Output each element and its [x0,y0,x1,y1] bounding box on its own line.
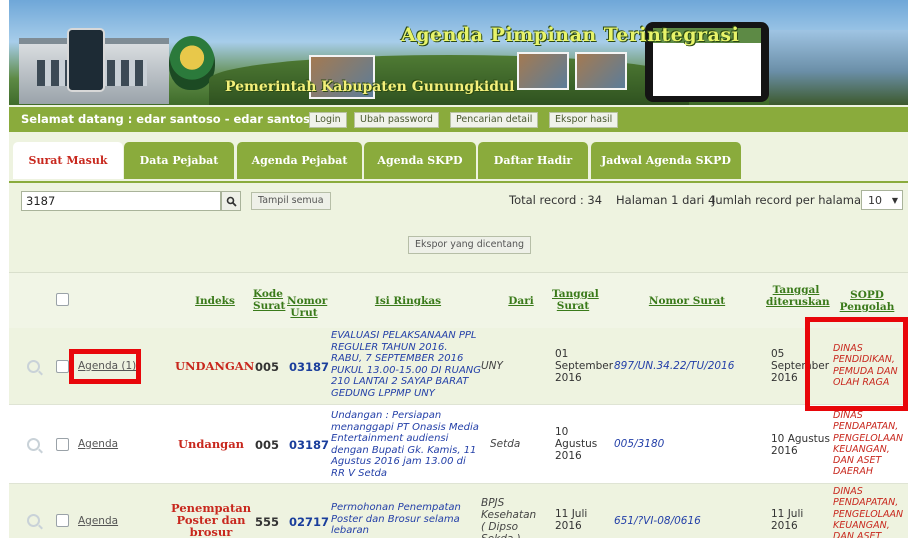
login-button[interactable]: Login [309,112,347,128]
agenda-link[interactable]: Agenda [78,515,118,527]
col-kode-surat[interactable]: Kode Surat [253,288,285,312]
per-page-value: 10 [868,194,882,207]
col-nomor-surat[interactable]: Nomor Surat [637,295,737,307]
row-isi-ringkas[interactable]: Permohonan Penempatan Poster dan Brosur … [331,502,481,537]
row-dari: BPJS Kesehatan ( Dipso Sekda ) [481,497,537,538]
row-nomor-surat: 897/UN.34.22/TU/2016 [614,360,735,372]
row-indeks: Penempatan Poster dan brosur [171,501,252,538]
row-sopd-pengolah: DINAS PENDAPATAN, PENGELOLAAN KEUANGAN, … [833,486,904,538]
row-kode-surat: 005 [255,438,280,452]
col-tanggal-surat[interactable]: Tanggal Surat [552,288,599,312]
row-nomor-urut: 03187 [289,438,330,452]
search-input[interactable]: 3187 [21,191,221,211]
tab-data-pejabat[interactable]: Data Pejabat [124,142,234,179]
col-tanggal-diteruskan[interactable]: Tanggal diteruskan [766,284,830,308]
app-title: Agenda Pimpinan Terintegrasi [401,24,740,46]
total-record: Total record : 34 [509,193,603,207]
row-indeks: Undangan [177,437,245,451]
welcome-text: Selamat datang : edar santoso - edar san… [21,112,318,126]
welcome-bar: Selamat datang : edar santoso - edar san… [9,107,908,132]
view-icon[interactable] [27,360,40,373]
col-sopd-pengolah[interactable]: SOPD Pengolah [839,289,895,313]
row-isi-ringkas[interactable]: Undangan : Persiapan menanggapi PT Onasi… [331,410,481,480]
page-info: Halaman 1 dari 4 [616,193,716,207]
table-row[interactable]: Agenda Undangan 005 03187 Undangan : Per… [9,405,908,484]
meeting-photo [575,52,627,90]
table-row[interactable]: Agenda (1) UNDANGAN 005 03187 EVALUASI P… [9,328,908,405]
tab-agenda-pejabat[interactable]: Agenda Pejabat [237,142,362,179]
meeting-photo [517,52,569,90]
row-kode-surat: 555 [255,515,280,529]
row-isi-ringkas[interactable]: EVALUASI PELAKSANAAN PPL REGULER TAHUN 2… [331,330,481,400]
row-checkbox[interactable] [56,360,69,373]
row-dari: UNY [481,360,503,372]
row-nomor-urut: 03187 [289,360,330,374]
export-results-button[interactable]: Ekspor hasil [549,112,619,128]
highlight-box-agenda [69,349,141,384]
row-checkbox[interactable] [56,438,69,451]
tab-jadwal-agenda-skpd[interactable]: Jadwal Agenda SKPD [591,142,741,179]
highlight-box-sopd [805,317,908,411]
row-nomor-surat: 005/3180 [614,438,665,450]
row-kode-surat: 005 [255,360,280,374]
select-all-checkbox[interactable] [56,293,69,306]
tab-surat-masuk[interactable]: Surat Masuk [13,142,123,179]
header-banner: Agenda Pimpinan Terintegrasi Pemerintah … [9,0,908,105]
row-tanggal-diteruskan: 10 Agustus 2016 [771,433,830,457]
show-all-button[interactable]: Tampil semua [251,192,331,210]
row-tanggal-diteruskan: 11 Juli 2016 [771,508,804,532]
chevron-down-icon: ▼ [891,196,898,205]
row-nomor-surat: 651/?VI-08/0616 [614,515,701,527]
main-tabs: Surat Masuk Data Pejabat Agenda Pejabat … [9,138,908,183]
coast-image [769,30,908,105]
per-page-label: Jumlah record per halaman: [712,193,873,207]
row-dari: Setda [490,438,521,450]
app-subtitle: Pemerintah Kabupaten Gunungkidul [225,79,515,95]
view-icon[interactable] [27,514,40,527]
search-icon [226,196,237,207]
export-selected-button[interactable]: Ekspor yang dicentang [408,236,532,254]
table-header: Indeks Kode Surat Nomor Urut Isi Ringkas… [9,272,908,329]
col-indeks[interactable]: Indeks [190,295,240,307]
row-tanggal-surat: 01 September 2016 [555,348,614,384]
table-row[interactable]: Agenda Penempatan Poster dan brosur 555 … [9,484,908,538]
change-password-button[interactable]: Ubah password [354,112,439,128]
row-sopd-pengolah: DINAS PENDAPATAN, PENGELOLAAN KEUANGAN, … [833,410,904,478]
per-page-select[interactable]: 10 ▼ [861,190,903,210]
col-dari[interactable]: Dari [501,295,541,307]
tab-daftar-hadir[interactable]: Daftar Hadir [478,142,588,179]
row-tanggal-surat: 10 Agustus 2016 [555,426,598,462]
app-window: Agenda Pimpinan Terintegrasi Pemerintah … [9,0,908,538]
col-nomor-urut[interactable]: Nomor Urut [287,295,327,319]
search-button[interactable] [221,191,241,211]
detail-search-button[interactable]: Pencarian detail [450,112,539,128]
row-indeks: UNDANGAN [175,359,255,373]
row-tanggal-surat: 11 Juli 2016 [555,508,588,532]
view-icon[interactable] [27,438,40,451]
tab-agenda-skpd[interactable]: Agenda SKPD [364,142,476,179]
agenda-link[interactable]: Agenda [78,438,118,450]
col-isi-ringkas[interactable]: Isi Ringkas [353,295,463,307]
row-checkbox[interactable] [56,514,69,527]
row-nomor-urut: 02717 [289,515,330,529]
smartphone-image [67,28,105,92]
